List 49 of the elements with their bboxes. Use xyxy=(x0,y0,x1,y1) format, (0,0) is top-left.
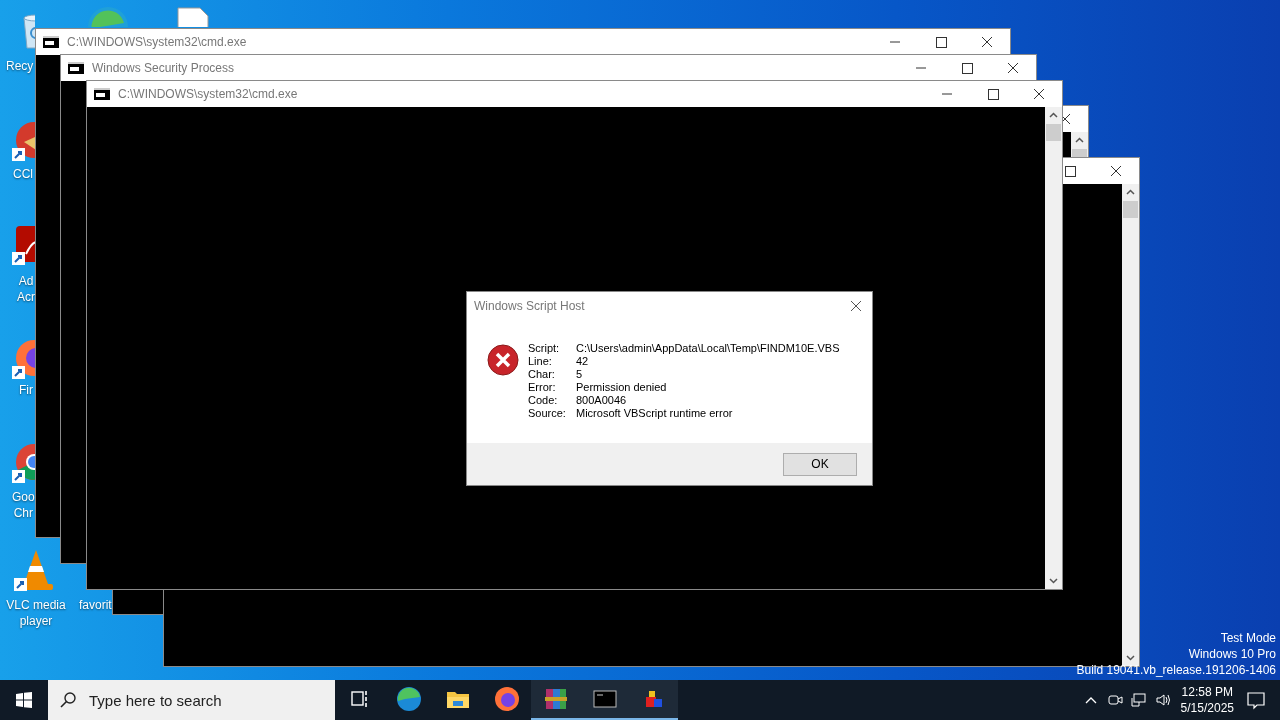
console-icon xyxy=(43,36,59,48)
field-value: 42 xyxy=(576,355,590,368)
field-value: 5 xyxy=(576,368,584,381)
edition-notice: Windows 10 Pro xyxy=(1188,646,1276,662)
search-field[interactable]: Type here to search xyxy=(87,690,331,710)
field-label: Char: xyxy=(528,368,556,381)
clock-time[interactable]: 12:58 PM xyxy=(1181,684,1233,700)
taskbar-app-button[interactable] xyxy=(629,680,678,720)
network-icon[interactable] xyxy=(1130,692,1147,708)
field-label: Code: xyxy=(528,394,559,407)
field-label: Source: xyxy=(528,407,567,420)
desktop-icon-label[interactable]: VLC media player xyxy=(0,597,72,629)
scroll-bar[interactable] xyxy=(1071,132,1088,157)
desktop-icon-label[interactable]: Ad Acr xyxy=(17,273,35,305)
field-value: Permission denied xyxy=(576,381,668,394)
field-label: Error: xyxy=(528,381,557,394)
volume-icon[interactable] xyxy=(1154,692,1171,708)
search-bar[interactable]: Type here to search xyxy=(48,680,335,720)
error-icon xyxy=(487,344,519,376)
desktop-icon-label[interactable]: Recy xyxy=(6,58,34,74)
scroll-bar[interactable] xyxy=(1122,184,1139,666)
dialog-title: Windows Script Host xyxy=(474,299,586,313)
window-title: C:\WINDOWS\system32\cmd.exe xyxy=(118,87,298,101)
search-icon xyxy=(60,692,76,708)
taskbar-app-button[interactable] xyxy=(531,680,580,720)
scroll-bar[interactable] xyxy=(1045,107,1062,589)
field-value: C:\Users\admin\AppData\Local\Temp\FINDM10E.VBS xyxy=(576,342,840,355)
desktop-icon-label[interactable]: favorit xyxy=(79,597,112,613)
close-icon[interactable] xyxy=(850,300,862,312)
desktop-icon-label[interactable]: Goo Chr xyxy=(12,489,35,521)
desktop-icon-label[interactable]: CCl xyxy=(13,166,33,182)
edition-notice: Build 19041.vb_release.191206-1406 xyxy=(1076,662,1276,678)
field-label: Script: xyxy=(528,342,561,355)
window-title: Windows Security Process xyxy=(92,61,235,75)
windows-logo-icon xyxy=(16,692,32,708)
field-value: Microsoft VBScript runtime error xyxy=(576,407,734,420)
browser-icon xyxy=(492,685,521,713)
camera-icon[interactable] xyxy=(1106,692,1123,708)
desktop-icon-label[interactable]: Fir xyxy=(19,382,33,398)
field-label: Line: xyxy=(528,355,553,368)
field-value: 800A0046 xyxy=(576,394,628,407)
browser-icon xyxy=(394,685,423,713)
console-icon xyxy=(68,62,84,74)
notification-icon[interactable] xyxy=(1246,690,1266,710)
window-title: C:\WINDOWS\system32\cmd.exe xyxy=(67,35,247,49)
edition-notice: Test Mode xyxy=(1220,630,1276,646)
clock-date[interactable]: 5/15/2025 xyxy=(1180,700,1234,716)
ok-button[interactable]: OK xyxy=(783,452,857,476)
console-icon xyxy=(94,88,110,100)
